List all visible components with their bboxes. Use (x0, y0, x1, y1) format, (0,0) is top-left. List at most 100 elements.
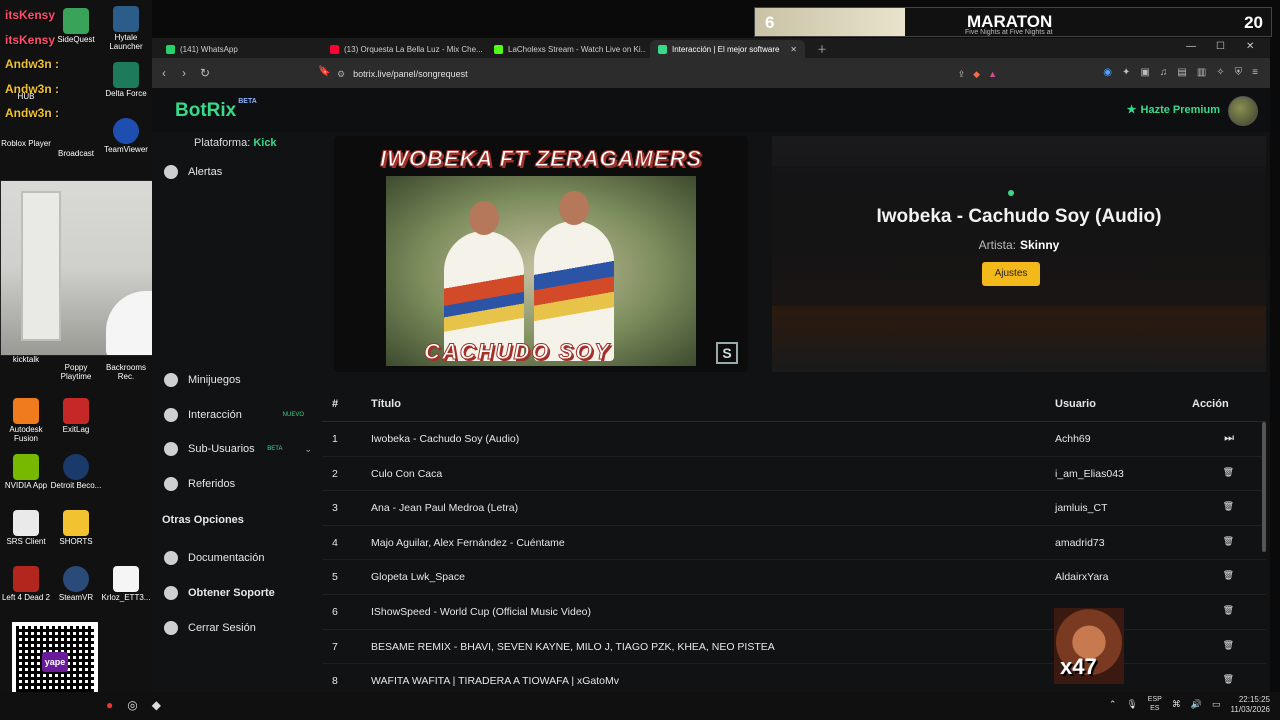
desktop-icon-label: Autodesk Fusion (9, 425, 43, 443)
back-icon[interactable]: ‹ (162, 66, 166, 80)
row-title: BESAME REMIX - BHAVI, SEVEN KAYNE, MILO … (371, 640, 775, 653)
delete-icon[interactable]: 🗑 (1223, 640, 1234, 651)
desktop-icon-teamviewer[interactable]: TeamViewer (100, 118, 152, 155)
tab-kick[interactable]: LaCholexs Stream - Watch Live on Ki... (486, 40, 646, 58)
sidebar-item-documentacion[interactable]: Documentación (162, 544, 312, 572)
skip-icon[interactable]: ⏭ (1224, 432, 1234, 445)
desktop-icon-hytale[interactable]: Hytale Launcher (100, 6, 152, 52)
sidebar-item-cerrar-sesion[interactable]: Cerrar Sesión (162, 614, 312, 642)
desktop-icon-detroit[interactable]: Detroit Beco... (50, 454, 102, 491)
close-tab-icon[interactable]: ✕ (790, 45, 797, 54)
discord-icon[interactable]: ◆ (152, 698, 161, 712)
artist-name: Skinny (1019, 238, 1060, 252)
brave-shield-icon[interactable]: ◆ (973, 69, 980, 80)
botrix-logo[interactable]: BotRix BETA (175, 97, 257, 122)
address-bar[interactable]: ⚙ botrix.live/panel/songrequest ⇪ ◆ ▲ (337, 63, 997, 85)
network-icon[interactable]: ⌘ (1172, 699, 1181, 710)
minimize-icon[interactable]: — (1186, 41, 1196, 52)
battery-icon[interactable]: ▭ (1212, 699, 1221, 710)
row-user: amadrid73 (1055, 536, 1105, 549)
close-window-icon[interactable]: ✕ (1246, 41, 1254, 52)
desktop-icon-broadcast[interactable]: Broadcast (50, 149, 102, 159)
desktop-icon-sidequest[interactable]: SideQuest (50, 8, 102, 45)
desktop-icon-autodesk-fusion[interactable]: Autodesk Fusion (0, 398, 52, 444)
music-icon[interactable]: ♫ (1160, 67, 1168, 78)
settings-button[interactable]: Ajustes (982, 262, 1040, 286)
language-indicator[interactable]: ESP ES (1148, 696, 1162, 713)
sidebar-item-referidos[interactable]: Referidos (162, 470, 312, 498)
video-person-head (559, 191, 589, 225)
desktop-icon-backrooms[interactable]: Backrooms Rec. (100, 363, 152, 382)
premium-button[interactable]: ★ Hazte Premium (1127, 103, 1220, 117)
clock[interactable]: 22:15:25 11/03/2026 (1231, 695, 1270, 714)
delete-icon[interactable]: 🗑 (1223, 501, 1234, 512)
sidebar-icon[interactable]: ▤ (1177, 67, 1186, 78)
share-icon[interactable]: ⇪ (958, 69, 966, 80)
volume-icon[interactable]: 🔊 (1191, 699, 1202, 710)
sidebar-item-minijuegos[interactable]: Minijuegos (162, 366, 312, 394)
desktop-icon-left4dead2[interactable]: Left 4 Dead 2 (0, 566, 52, 603)
app-icon[interactable]: ● (106, 698, 113, 712)
tab-youtube[interactable]: (13) Orquesta La Bella Luz - Mix Che... (322, 40, 482, 58)
desktop-icon-exitlag[interactable]: ExitLag (50, 398, 102, 435)
mic-icon[interactable]: 🎙 (1126, 699, 1137, 710)
desktop-icon-nvidia[interactable]: NVIDIA App (0, 454, 52, 491)
sidebar: Plataforma: Kick Alertas Minijuegos Inte… (152, 132, 317, 692)
chevron-up-icon[interactable]: ⌃ (1109, 699, 1117, 710)
logo-beta-badge: BETA (238, 97, 257, 105)
desktop-icon-label: SteamVR (58, 593, 94, 602)
forward-icon[interactable]: › (182, 66, 186, 80)
tab-whatsapp[interactable]: (141) WhatsApp (158, 40, 318, 58)
column-header-num: # (332, 398, 339, 410)
delete-icon[interactable]: 🗑 (1223, 467, 1234, 478)
column-header-user: Usuario (1055, 398, 1096, 410)
delete-icon[interactable]: 🗑 (1223, 570, 1234, 581)
maximize-icon[interactable]: ☐ (1216, 41, 1225, 52)
chat-overlay-name: Andw3n : (5, 106, 59, 120)
delete-icon[interactable]: 🗑 (1223, 536, 1234, 547)
sidebar-item-alertas[interactable]: Alertas (162, 158, 312, 186)
tab-label: (13) Orquesta La Bella Luz - Mix Che... (344, 44, 482, 54)
now-playing-panel: Iwobeka - Cachudo Soy (Audio) Artista: Sk… (772, 136, 1266, 372)
desktop-icon-roblox[interactable]: Roblox Player (0, 139, 52, 149)
desktop-icon-kicktalk[interactable]: kicktalk (0, 355, 52, 365)
avatar[interactable] (1228, 96, 1258, 126)
sidebar-item-interaccion[interactable]: Interacción NUEVO (162, 401, 312, 429)
extensions-icon[interactable]: ✦ (1122, 67, 1130, 78)
new-tab-icon[interactable]: ＋ (817, 41, 827, 56)
column-header-action: Acción (1192, 398, 1229, 410)
row-title: Culo Con Caca (371, 467, 443, 480)
logo-text: BotRix (175, 100, 237, 121)
delete-icon[interactable]: 🗑 (1223, 674, 1234, 685)
watermark-icon: S (716, 342, 738, 364)
reload-icon[interactable]: ↻ (200, 66, 210, 80)
brave-rewards-icon[interactable]: ▲ (988, 69, 997, 79)
scrollbar[interactable] (1262, 422, 1266, 552)
desktop-icon-shorts[interactable]: SHORTS (50, 510, 102, 547)
vpn-icon[interactable]: ⛨ (1235, 67, 1243, 78)
desktop-icon-hub[interactable]: HUB (0, 92, 52, 102)
bookmark-icon[interactable]: 🔖 (318, 66, 330, 77)
stream-emote-overlay: x47 (1054, 608, 1124, 684)
leo-ai-icon[interactable]: ✧ (1216, 67, 1224, 78)
menu-icon[interactable]: ≡ (1252, 67, 1258, 78)
url-text: botrix.live/panel/songrequest (353, 69, 468, 79)
desktop-icon-krloz[interactable]: Krloz_ETT3... (100, 566, 152, 603)
now-playing-title: Iwobeka - Cachudo Soy (Audio) (876, 206, 1162, 227)
tab-manager-icon[interactable]: ▣ (1140, 67, 1149, 78)
audio-icon[interactable]: ◉ (1103, 67, 1112, 78)
wallet-icon[interactable]: ▥ (1197, 67, 1206, 78)
tab-botrix[interactable]: Interacción | El mejor software ✕ (650, 40, 805, 58)
desktop-icon-delta-force[interactable]: Delta Force (100, 62, 152, 99)
premium-label: Hazte Premium (1140, 103, 1220, 116)
obs-icon[interactable]: ◎ (127, 698, 137, 712)
video-player[interactable]: IWOBEKA FT ZERAGAMERS CACHUDO SOY S (334, 136, 748, 372)
taskbar-apps: ● ◎ ◆ (106, 698, 161, 712)
desktop-icon-poppy-playtime[interactable]: Poppy Playtime (50, 363, 102, 382)
desktop-icon-srs-client[interactable]: SRS Client (0, 510, 52, 547)
delete-icon[interactable]: 🗑 (1223, 605, 1234, 616)
sidebar-item-sub-usuarios[interactable]: Sub-Usuarios BETA ⌄ (162, 435, 312, 463)
desktop-icon-steamvr[interactable]: SteamVR (50, 566, 102, 603)
sidebar-item-soporte[interactable]: Obtener Soporte (162, 579, 312, 607)
site-info-icon[interactable]: ⚙ (337, 69, 345, 80)
